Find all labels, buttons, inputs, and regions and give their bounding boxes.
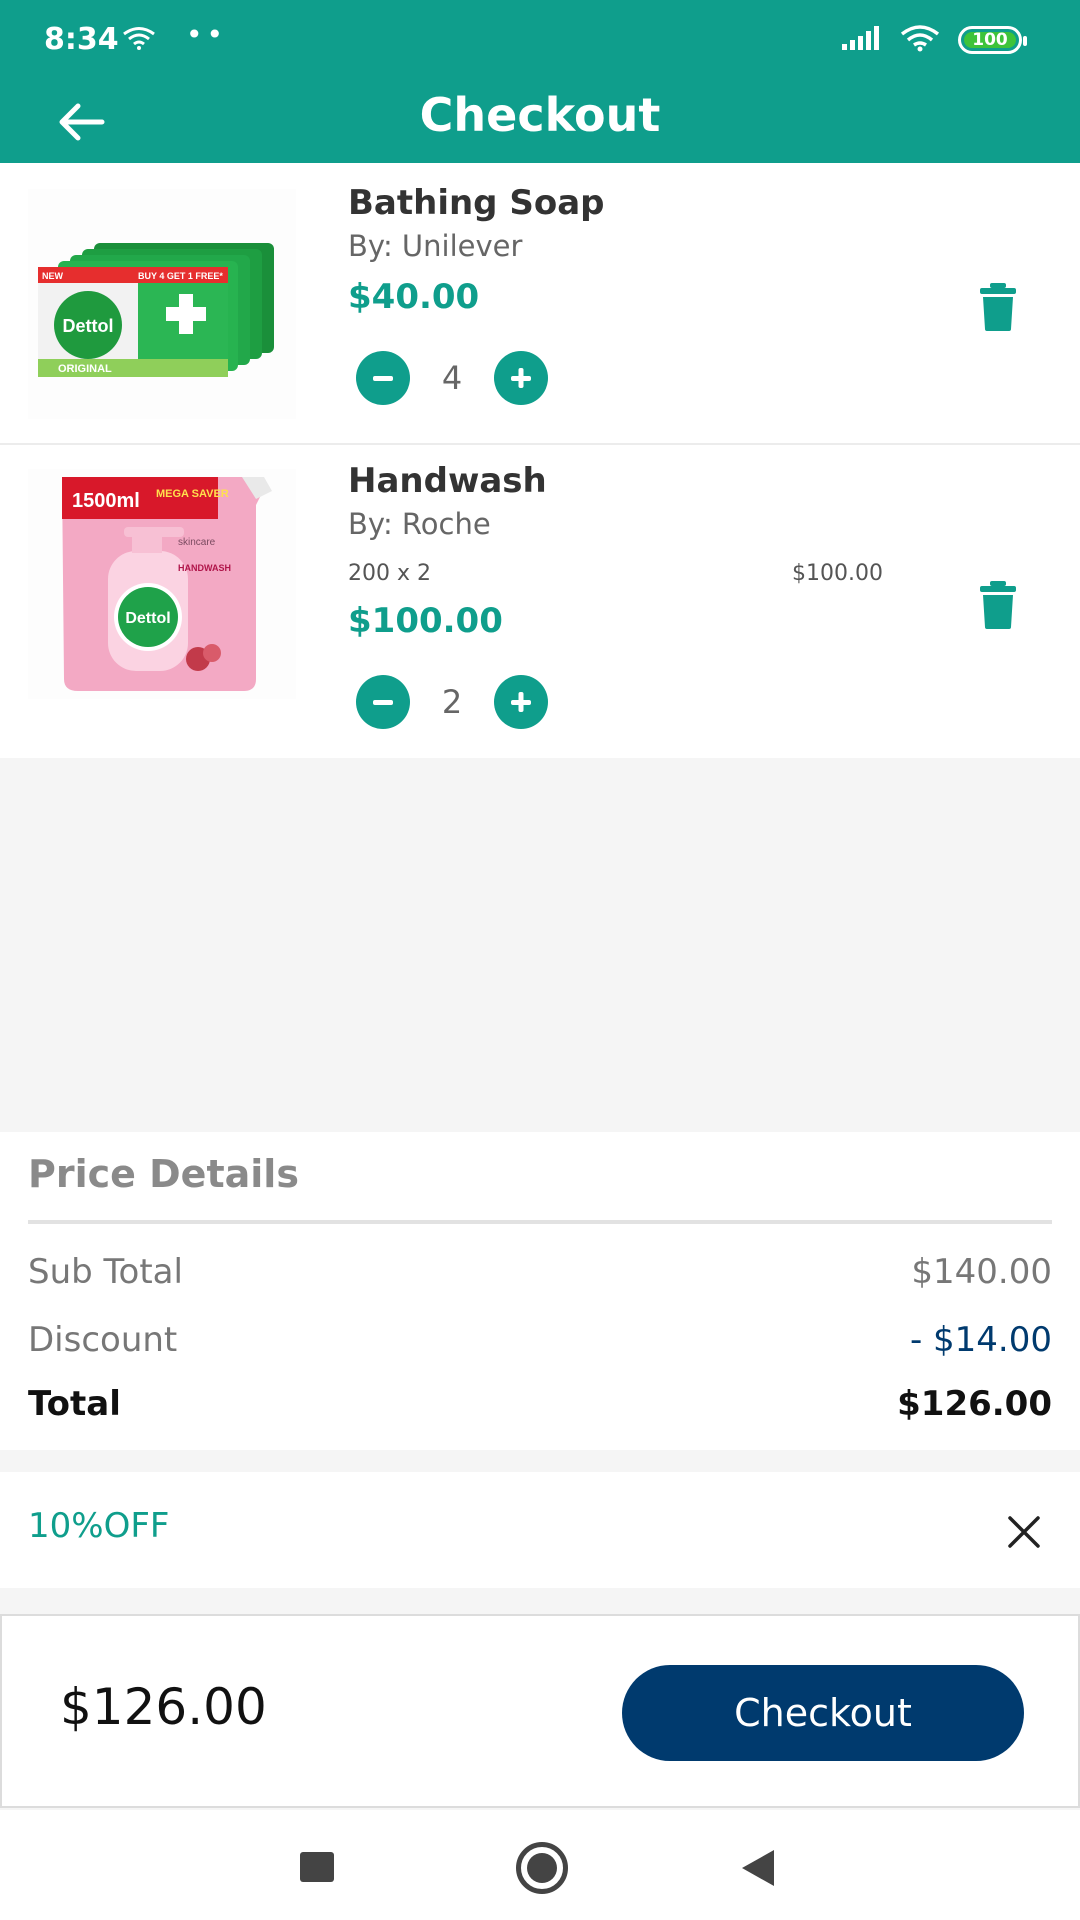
- image-text-skincare: skincare: [178, 537, 216, 548]
- checkout-bar: $126.00 Checkout: [0, 1614, 1080, 1808]
- notification-dots: ••: [186, 18, 228, 51]
- signal-icon: [842, 26, 882, 54]
- trash-icon: [980, 283, 1016, 331]
- battery-icon: 100: [958, 26, 1027, 54]
- item-name: Handwash: [348, 461, 547, 501]
- item-variant: 200 x 2: [348, 561, 431, 586]
- minus-icon: [373, 700, 393, 705]
- image-text-new: NEW: [42, 271, 64, 281]
- header: Checkout: [0, 80, 1080, 163]
- image-text-offer: BUY 4 GET 1 FREE*: [138, 271, 223, 281]
- battery-level: 100: [972, 30, 1008, 50]
- sub-total-value: $140.00: [911, 1252, 1052, 1292]
- discount-label: Discount: [28, 1320, 178, 1360]
- item-price: $40.00: [348, 277, 480, 317]
- status-icons: 100: [842, 24, 1027, 56]
- home-icon: [527, 1853, 557, 1883]
- remove-coupon-button[interactable]: [1004, 1512, 1044, 1552]
- quantity-value: 2: [441, 683, 463, 721]
- checkout-button[interactable]: Checkout: [622, 1665, 1024, 1761]
- item-name: Bathing Soap: [348, 183, 605, 223]
- quantity-stepper: 4: [356, 351, 548, 405]
- bottom-total: $126.00: [60, 1678, 267, 1736]
- cart-item-handwash: 1500ml MEGA SAVER Dettol skincare HANDWA…: [0, 445, 1080, 758]
- quantity-stepper: 2: [356, 675, 548, 729]
- wifi-icon: [122, 26, 156, 54]
- wifi-icon: [900, 24, 940, 56]
- image-text-original: ORIGINAL: [58, 363, 112, 375]
- app-bar: 8:34 •• 100 Checkout: [0, 0, 1080, 163]
- item-price: $100.00: [348, 601, 503, 641]
- image-text-volume: 1500ml: [72, 490, 140, 512]
- sub-total-label: Sub Total: [28, 1252, 183, 1292]
- price-details-card: Price Details Sub Total $140.00 Discount…: [0, 1132, 1080, 1450]
- total-value: $126.00: [897, 1384, 1052, 1424]
- trash-icon: [980, 581, 1016, 629]
- image-text-mega: MEGA SAVER: [156, 488, 229, 500]
- status-time: 8:34: [44, 22, 119, 57]
- plus-icon: [511, 368, 531, 388]
- total-label: Total: [28, 1384, 121, 1424]
- discount-row: Discount - $14.00: [28, 1320, 1052, 1360]
- divider: [28, 1220, 1052, 1224]
- product-image-handwash: 1500ml MEGA SAVER Dettol skincare HANDWA…: [28, 469, 296, 699]
- increase-quantity-button[interactable]: [494, 675, 548, 729]
- item-brand: By: Unilever: [348, 229, 523, 263]
- image-text-dettol: Dettol: [63, 316, 114, 336]
- coupon-code: 10%OFF: [28, 1506, 170, 1546]
- decrease-quantity-button[interactable]: [356, 351, 410, 405]
- discount-value: - $14.00: [909, 1320, 1052, 1360]
- recent-apps-button[interactable]: [300, 1852, 334, 1882]
- cart-list: Dettol BUY 4 GET 1 FREE* NEW ORIGINAL Ba…: [0, 163, 1080, 758]
- price-details-title: Price Details: [28, 1152, 299, 1196]
- quantity-value: 4: [441, 359, 463, 397]
- sub-total-row: Sub Total $140.00: [28, 1252, 1052, 1292]
- increase-quantity-button[interactable]: [494, 351, 548, 405]
- image-text-brand: Dettol: [125, 610, 170, 627]
- page-title: Checkout: [419, 88, 661, 142]
- minus-icon: [373, 376, 393, 381]
- applied-coupon: 10%OFF: [0, 1472, 1080, 1588]
- home-button[interactable]: [516, 1842, 568, 1894]
- system-back-button[interactable]: [742, 1850, 774, 1886]
- plus-icon: [511, 692, 531, 712]
- delete-item-button[interactable]: [978, 581, 1018, 629]
- image-text-handwash: HANDWASH: [178, 563, 231, 573]
- total-row: Total $126.00: [28, 1384, 1052, 1424]
- item-variant-price: $100.00: [792, 561, 883, 586]
- product-image-soap: Dettol BUY 4 GET 1 FREE* NEW ORIGINAL: [28, 189, 296, 419]
- status-bar: 8:34 •• 100: [0, 0, 1080, 80]
- item-brand: By: Roche: [348, 507, 491, 541]
- system-nav-bar: [0, 1810, 1080, 1920]
- decrease-quantity-button[interactable]: [356, 675, 410, 729]
- cart-item-bathing-soap: Dettol BUY 4 GET 1 FREE* NEW ORIGINAL Ba…: [0, 163, 1080, 445]
- delete-item-button[interactable]: [978, 283, 1018, 331]
- close-icon: [1008, 1516, 1040, 1548]
